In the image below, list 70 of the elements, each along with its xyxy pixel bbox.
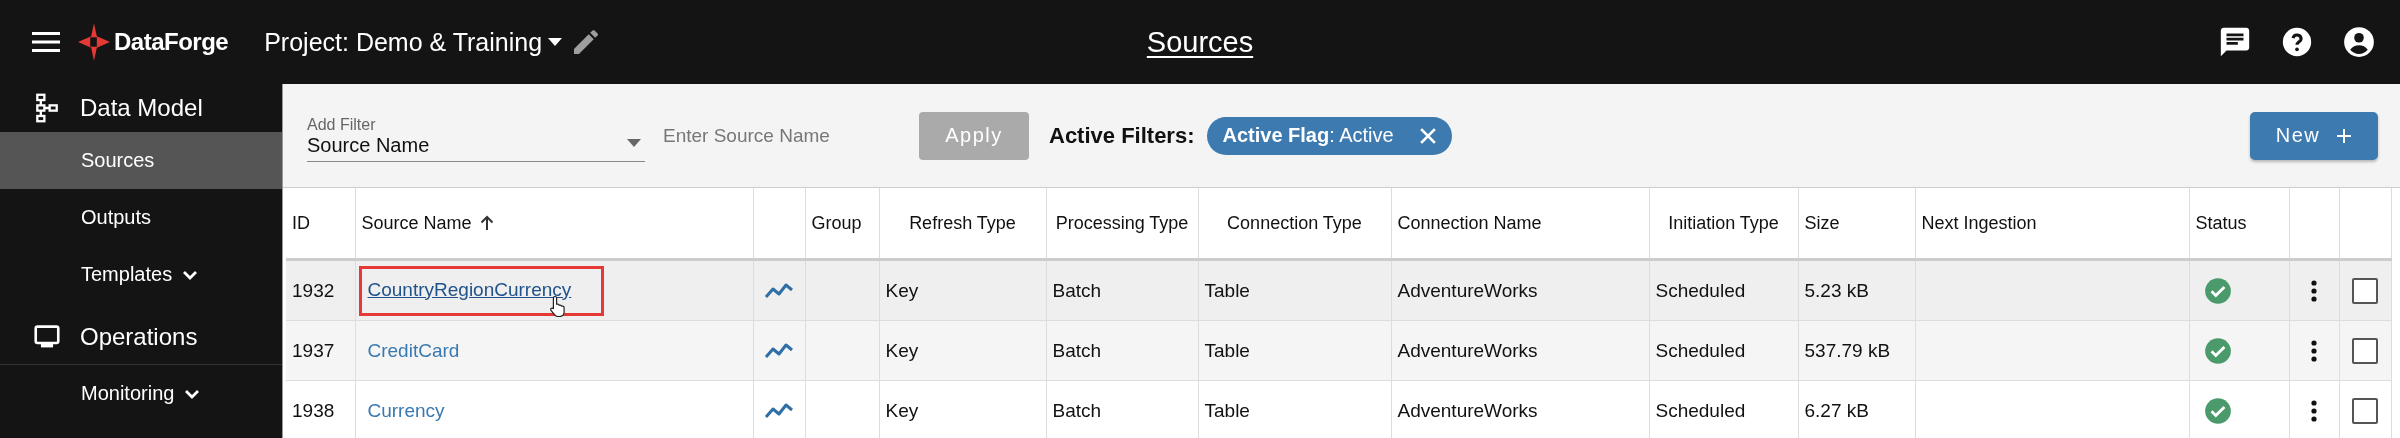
active-filters-label: Active Filters: bbox=[1049, 122, 1195, 149]
table-cell: Key bbox=[885, 399, 919, 421]
chevron-down-icon bbox=[182, 269, 199, 280]
project-dropdown[interactable]: Project: Demo & Training bbox=[264, 27, 563, 57]
column-header[interactable]: Refresh Type bbox=[909, 212, 1016, 233]
row-checkbox[interactable] bbox=[2352, 397, 2378, 424]
sidebar-item[interactable]: Outputs bbox=[0, 189, 282, 246]
table-cell: Scheduled bbox=[1655, 279, 1746, 301]
column-header[interactable]: Next Ingestion bbox=[1921, 212, 2037, 233]
row-checkbox[interactable] bbox=[2352, 337, 2378, 364]
table-cell: 1938 bbox=[292, 399, 335, 421]
table-cell: 6.27 kB bbox=[1804, 399, 1869, 421]
source-link[interactable]: CountryRegionCurrency bbox=[367, 278, 572, 301]
table-cell: 1937 bbox=[292, 339, 335, 361]
column-header[interactable]: Processing Type bbox=[1055, 212, 1189, 233]
help-icon[interactable] bbox=[2280, 25, 2314, 59]
more-vertical-icon[interactable] bbox=[2311, 339, 2317, 362]
column-header[interactable]: Connection Name bbox=[1397, 212, 1542, 233]
filter-chip-text: Active Flag: Active bbox=[1222, 124, 1394, 147]
more-vertical-icon[interactable] bbox=[2311, 399, 2317, 422]
trend-icon[interactable] bbox=[764, 281, 794, 300]
logo-icon bbox=[78, 22, 110, 62]
column-header[interactable]: Status bbox=[2195, 212, 2247, 233]
hierarchy-icon bbox=[34, 93, 60, 123]
close-icon[interactable] bbox=[1419, 127, 1436, 144]
caret-down-icon bbox=[627, 138, 641, 147]
table-cell: 1932 bbox=[292, 279, 335, 301]
sidebar-item[interactable]: Sources bbox=[0, 132, 282, 189]
table-cell: Table bbox=[1204, 399, 1250, 421]
row-checkbox[interactable] bbox=[2352, 277, 2378, 304]
column-header[interactable]: Size bbox=[1804, 212, 1840, 233]
sidebar-item[interactable]: Templates bbox=[0, 246, 282, 303]
table-cell: Scheduled bbox=[1655, 399, 1746, 421]
column-header[interactable]: Source Name bbox=[361, 212, 494, 233]
source-link[interactable]: CreditCard bbox=[367, 339, 460, 362]
chevron-down-icon bbox=[184, 388, 201, 399]
source-link[interactable]: Currency bbox=[367, 399, 445, 422]
trend-icon[interactable] bbox=[764, 401, 794, 420]
table-cell: 537.79 kB bbox=[1804, 339, 1891, 361]
sidebar-section-title[interactable]: Data Model bbox=[80, 94, 203, 122]
table-cell: AdventureWorks bbox=[1397, 279, 1538, 301]
sidebar-section-title[interactable]: Operations bbox=[80, 322, 198, 351]
table-cell: Scheduled bbox=[1655, 339, 1746, 361]
source-name-input[interactable]: Enter Source Name bbox=[661, 123, 885, 148]
table-cell: Key bbox=[885, 339, 919, 361]
table-cell: Table bbox=[1204, 339, 1250, 361]
table-cell: Batch bbox=[1052, 279, 1102, 301]
table-cell: Batch bbox=[1052, 399, 1102, 421]
app-name: DataForge bbox=[114, 28, 229, 56]
column-header[interactable]: Initiation Type bbox=[1668, 212, 1779, 233]
table-cell: Table bbox=[1204, 279, 1250, 301]
menu-icon[interactable] bbox=[32, 31, 60, 53]
table-cell: 5.23 kB bbox=[1804, 279, 1869, 301]
column-header[interactable]: ID bbox=[292, 212, 310, 233]
table-cell: Batch bbox=[1052, 339, 1102, 361]
add-filter-dropdown[interactable]: Add Filter Source Name bbox=[307, 109, 645, 162]
page-title: Sources bbox=[1146, 25, 1254, 59]
table-cell: Key bbox=[885, 279, 919, 301]
caret-down-icon bbox=[548, 38, 563, 46]
table-cell: AdventureWorks bbox=[1397, 339, 1538, 361]
table-cell: AdventureWorks bbox=[1397, 399, 1538, 421]
account-icon[interactable] bbox=[2342, 25, 2376, 59]
sort-arrow-up-icon bbox=[479, 214, 494, 231]
trend-icon[interactable] bbox=[764, 341, 794, 360]
new-button[interactable]: New bbox=[2250, 111, 2378, 160]
more-vertical-icon[interactable] bbox=[2311, 279, 2317, 302]
plus-icon bbox=[2336, 127, 2353, 144]
sidebar-item[interactable]: Monitoring bbox=[0, 365, 282, 422]
column-header[interactable]: Group bbox=[811, 212, 862, 233]
column-header[interactable]: Connection Type bbox=[1227, 212, 1362, 233]
